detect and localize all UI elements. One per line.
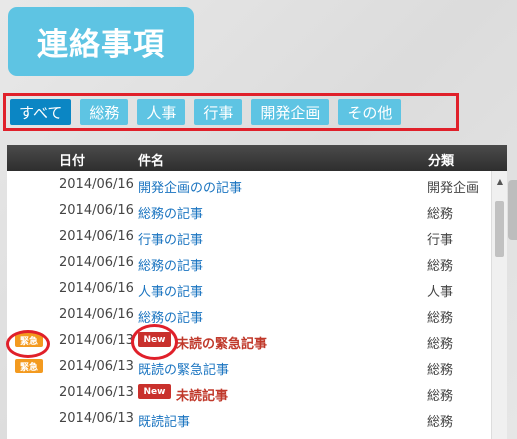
row-title-link[interactable]: 開発企画のの記事: [138, 177, 242, 196]
row-title-link[interactable]: 未読の緊急記事: [176, 333, 267, 352]
table-row: 2014/06/16 総務の記事 総務: [7, 249, 507, 275]
row-category: 総務: [427, 337, 454, 352]
row-date: 2014/06/13: [59, 385, 134, 400]
filter-other-button[interactable]: その他: [338, 99, 402, 125]
highlight-circle-urgent: [6, 330, 50, 358]
table-row: 2014/06/16 行事の記事 行事: [7, 223, 507, 249]
table-row: 2014/06/13 New 未読記事 総務: [7, 379, 507, 405]
row-category: 総務: [427, 415, 454, 430]
row-category: 総務: [427, 207, 454, 222]
new-badge: New: [138, 384, 171, 399]
row-category: 人事: [427, 285, 454, 300]
column-date: 日付: [59, 154, 86, 169]
row-date: 2014/06/16: [59, 203, 134, 218]
filter-all-button[interactable]: すべて: [10, 99, 72, 125]
filter-development-button[interactable]: 開発企画: [251, 99, 330, 125]
row-date: 2014/06/13: [59, 359, 134, 374]
row-title-link[interactable]: 既読の緊急記事: [138, 359, 229, 378]
row-category: 総務: [427, 389, 454, 404]
row-category: 行事: [427, 233, 454, 248]
page-title: 連絡事項: [8, 7, 194, 76]
row-category: 総務: [427, 259, 454, 274]
notice-table: 日付 件名 分類 2014/06/16 開発企画のの記事 開発企画 2014/0…: [7, 145, 507, 439]
column-title: 件名: [138, 154, 165, 169]
filter-events-button[interactable]: 行事: [194, 99, 243, 125]
row-date: 2014/06/13: [59, 333, 134, 348]
table-row: 2014/06/16 開発企画のの記事 開発企画: [7, 171, 507, 197]
row-date: 2014/06/16: [59, 281, 134, 296]
column-category: 分類: [428, 154, 455, 169]
category-filter-bar: すべて 総務 人事 行事 開発企画 その他: [3, 93, 459, 131]
row-category: 総務: [427, 363, 454, 378]
urgent-badge: 緊急: [15, 359, 43, 373]
row-title-link[interactable]: 総務の記事: [138, 203, 203, 222]
row-title-link[interactable]: 行事の記事: [138, 229, 203, 248]
row-date: 2014/06/16: [59, 177, 134, 192]
table-row: 2014/06/16 総務の記事 総務: [7, 197, 507, 223]
table-header: 日付 件名 分類: [7, 145, 507, 171]
filter-hr-button[interactable]: 人事: [137, 99, 186, 125]
scroll-thumb[interactable]: [495, 201, 504, 257]
table-row: 緊急 2014/06/13 既読の緊急記事 総務: [7, 353, 507, 379]
row-category: 開発企画: [427, 181, 480, 196]
table-row: 2014/06/16 人事の記事 人事: [7, 275, 507, 301]
row-date: 2014/06/16: [59, 229, 134, 244]
table-row: 2014/06/16 総務の記事 総務: [7, 301, 507, 327]
row-date: 2014/06/13: [59, 411, 134, 426]
highlight-circle-new: [131, 324, 178, 360]
row-date: 2014/06/16: [59, 307, 134, 322]
table-row: 2014/06/13 既読記事 総務: [7, 405, 507, 431]
row-title-link[interactable]: 総務の記事: [138, 255, 203, 274]
row-date: 2014/06/16: [59, 255, 134, 270]
row-title-link[interactable]: 人事の記事: [138, 281, 203, 300]
row-title-link[interactable]: 総務の記事: [138, 307, 203, 326]
filter-general-affairs-button[interactable]: 総務: [80, 99, 129, 125]
row-category: 総務: [427, 311, 454, 326]
vertical-scrollbar[interactable]: ▲: [491, 171, 507, 439]
row-title-link[interactable]: 既読記事: [138, 411, 190, 430]
table-row: 緊急 2014/06/13 New 未読の緊急記事 総務: [7, 327, 507, 353]
scroll-up-icon[interactable]: ▲: [492, 173, 507, 189]
row-title-link[interactable]: 未読記事: [176, 385, 228, 404]
side-panel-edge: [508, 180, 517, 240]
table-body: 2014/06/16 開発企画のの記事 開発企画 2014/06/16 総務の記…: [7, 171, 507, 431]
